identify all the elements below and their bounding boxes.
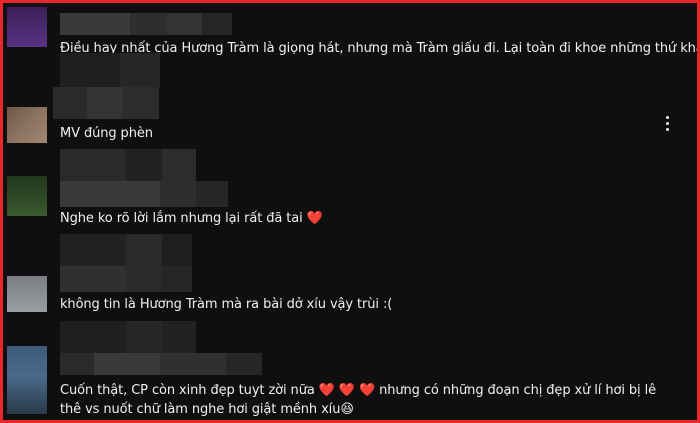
comment-text: Cuốn thật, CP còn xinh đẹp tuyt zời nữa … (60, 383, 656, 417)
avatar[interactable] (7, 176, 47, 216)
more-vertical-icon-dot (666, 122, 669, 125)
avatar[interactable] (7, 107, 47, 143)
comment-text: MV đúng phèn (60, 126, 153, 141)
comment-text: không tin là Hương Tràm mà ra bài dở xíu… (60, 297, 393, 312)
comment-text: Nghe ko rõ lời lắm nhưng lại rất đã tai … (60, 211, 323, 226)
more-vertical-icon-dot (666, 128, 669, 131)
avatar[interactable] (7, 346, 47, 414)
more-options-button[interactable] (660, 113, 676, 135)
avatar[interactable] (7, 7, 47, 47)
comments-panel: Điều hay nhất của Hương Tràm là giọng há… (0, 0, 700, 423)
more-vertical-icon (666, 116, 669, 119)
avatar[interactable] (7, 276, 47, 312)
